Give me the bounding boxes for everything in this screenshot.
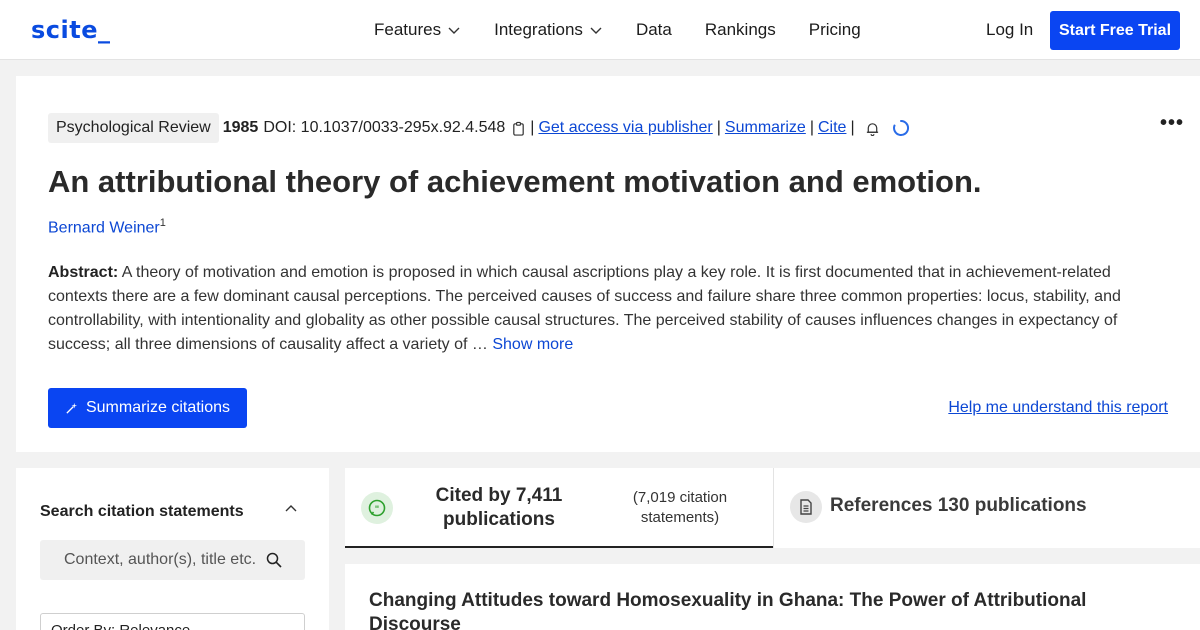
tab-divider: [773, 468, 774, 548]
copy-icon[interactable]: [511, 121, 526, 136]
nav-rankings-label: Rankings: [704, 20, 776, 39]
sparkle-wand-icon: [66, 402, 78, 414]
nav-features-label: Features: [374, 20, 442, 39]
doi-text: DOI: 10.1037/0033-295x.92.4.548: [263, 119, 506, 136]
nav-integrations[interactable]: Integrations: [494, 20, 603, 40]
nav-pricing[interactable]: Pricing: [809, 20, 861, 40]
abstract-label: Abstract:: [48, 264, 119, 281]
citation-search-input[interactable]: [40, 540, 265, 580]
document-icon: [790, 491, 822, 523]
loading-spinner-icon: [892, 119, 909, 136]
quote-bubble-icon: ": [361, 492, 393, 524]
author-link[interactable]: Bernard Weiner1: [48, 217, 166, 237]
tab-cited-by[interactable]: " Cited by 7,411 publications (7,019 cit…: [345, 468, 773, 548]
separator: |: [716, 119, 721, 136]
citation-search-panel: Search citation statements Order By: Rel…: [16, 468, 329, 630]
show-more-link[interactable]: Show more: [492, 336, 573, 353]
login-link[interactable]: Log In: [986, 20, 1033, 40]
result-title-link[interactable]: Changing Attitudes toward Homosexuality …: [369, 589, 1129, 630]
nav-integrations-label: Integrations: [494, 20, 583, 39]
get-access-link[interactable]: Get access via publisher: [538, 119, 712, 137]
journal-badge[interactable]: Psychological Review: [48, 113, 219, 143]
abstract: Abstract: A theory of motivation and emo…: [48, 261, 1138, 357]
citation-search-box: [40, 540, 305, 580]
chevron-down-icon: [448, 27, 460, 34]
scite-logo[interactable]: scite_: [31, 16, 111, 44]
summarize-link[interactable]: Summarize: [725, 119, 806, 137]
paper-meta: Psychological Review 1985 DOI: 10.1037/0…: [48, 113, 910, 143]
citation-tabs: " Cited by 7,411 publications (7,019 cit…: [345, 468, 1200, 548]
nav-data[interactable]: Data: [636, 20, 672, 40]
paper-title: An attributional theory of achievement m…: [48, 164, 982, 199]
search-icon[interactable]: [266, 552, 282, 568]
nav-pricing-label: Pricing: [808, 20, 861, 39]
summarize-citations-label: Summarize citations: [85, 399, 231, 416]
start-free-trial-button[interactable]: Start Free Trial: [1050, 11, 1180, 50]
citation-result-card: Changing Attitudes toward Homosexuality …: [345, 564, 1200, 630]
nav-rankings[interactable]: Rankings: [705, 20, 776, 40]
nav-data-label: Data: [635, 20, 672, 39]
author-affiliation-sup: 1: [159, 217, 166, 229]
author-name: Bernard Weiner: [48, 219, 160, 237]
separator: |: [530, 119, 535, 136]
separator: |: [850, 119, 855, 136]
cite-link[interactable]: Cite: [818, 119, 846, 137]
citation-statements-count: (7,019 citation statements): [632, 489, 728, 526]
abstract-text: A theory of motivation and emotion is pr…: [48, 264, 1121, 353]
help-understand-link[interactable]: Help me understand this report: [948, 399, 1168, 417]
main-nav: Features Integrations Data Rankings Pric…: [374, 20, 894, 40]
separator: |: [809, 119, 814, 136]
references-count: References 130 publications: [830, 495, 1087, 516]
chevron-up-icon[interactable]: [284, 502, 298, 516]
paper-card: Psychological Review 1985 DOI: 10.1037/0…: [16, 76, 1200, 452]
chevron-down-icon: [590, 27, 602, 34]
more-options-icon[interactable]: •••: [1160, 112, 1184, 135]
svg-text:": ": [375, 505, 380, 515]
nav-features[interactable]: Features: [374, 20, 461, 40]
publication-year: 1985: [222, 119, 259, 136]
bell-icon[interactable]: [865, 121, 880, 136]
summarize-citations-button[interactable]: Summarize citations: [48, 388, 247, 428]
search-panel-title: Search citation statements: [40, 503, 244, 520]
top-nav-bar: scite_ Features Integrations Data Rankin…: [0, 0, 1200, 60]
cited-by-count: Cited by 7,411 publications: [435, 485, 563, 530]
order-by-select[interactable]: Order By: Relevance: [40, 613, 305, 630]
